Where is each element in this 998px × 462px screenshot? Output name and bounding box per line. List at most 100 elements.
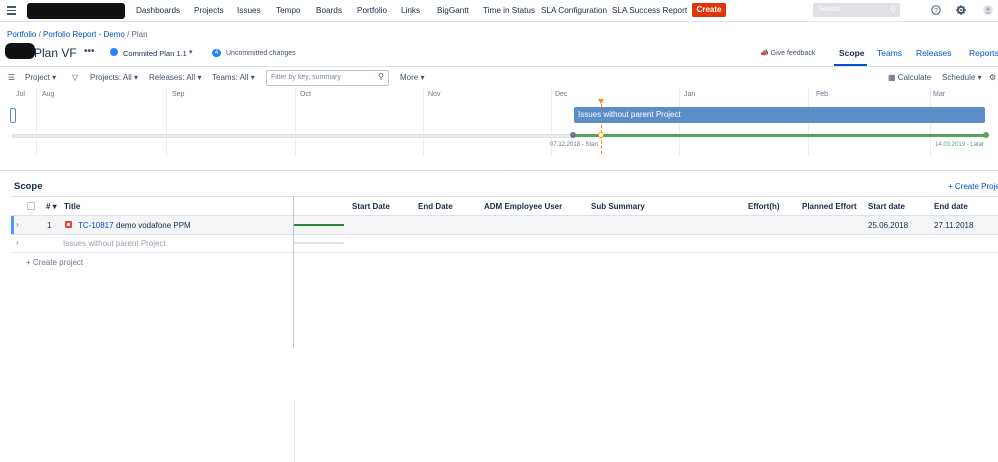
more-actions-icon[interactable]: ••• [84, 46, 95, 57]
month-label: Mar [933, 91, 946, 98]
nav-links[interactable]: Links [401, 6, 420, 15]
create-button[interactable]: Create [692, 3, 726, 17]
search-placeholder: Search [818, 6, 841, 13]
timeline-mini-bar[interactable] [10, 108, 16, 123]
filter-search-field[interactable]: ⚲ [266, 70, 389, 86]
issue-type-icon [65, 221, 72, 228]
scope-title: Scope [14, 181, 43, 192]
page-title: Plan VF [34, 46, 77, 60]
tab-releases[interactable]: Releases [916, 48, 951, 58]
projects-filter-label: Projects: All [90, 73, 132, 82]
month-label: Feb [816, 91, 829, 98]
nav-portfolio[interactable]: Portfolio [357, 6, 387, 15]
schedule-dropdown[interactable]: Schedule ▾ [942, 73, 982, 82]
megaphone-icon: 📣 [760, 50, 769, 57]
calculate-button[interactable]: ▦ Calculate [888, 73, 931, 82]
column-header-end-date-2[interactable]: End date [934, 202, 968, 211]
nav-time-in-status[interactable]: Time in Status [483, 6, 535, 15]
logo-redacted [27, 3, 125, 19]
divider [11, 196, 998, 197]
range-end-label: 14.03.2019 - Later [935, 142, 985, 148]
resize-handle-icon[interactable]: ··· [503, 168, 509, 174]
uncommitted-changes-link[interactable]: Uncommitted changes [226, 50, 296, 57]
timeline-bar-issues[interactable]: Issues without parent Project [574, 107, 985, 123]
teams-filter-dropdown[interactable]: Teams: All ▾ [212, 73, 255, 82]
filter-icon: ▽ [72, 73, 79, 82]
top-navigation: Dashboards Projects Issues Tempo Boards … [0, 0, 998, 22]
row-end-date: 27.11.2018 [934, 221, 974, 230]
tab-teams[interactable]: Teams [877, 48, 902, 58]
timeline-range-track[interactable] [573, 134, 986, 137]
uncommitted-count-badge[interactable]: 4 [212, 49, 221, 57]
row-selection-accent [11, 216, 14, 234]
search-icon: ⚲ [890, 5, 896, 14]
filter-input[interactable] [267, 71, 375, 83]
month-label: Jul [16, 91, 25, 98]
today-handle[interactable] [598, 132, 604, 138]
nav-sla-configuration[interactable]: SLA Configuration [541, 6, 607, 15]
nav-dashboards[interactable]: Dashboards [136, 6, 180, 15]
range-start-label: 07.12.2018 - Start [550, 142, 599, 148]
column-header-title[interactable]: Title [64, 202, 80, 211]
left-pane-divider[interactable] [293, 196, 294, 348]
chevron-down-icon[interactable]: ▾ [189, 48, 193, 56]
range-end-handle[interactable] [983, 132, 989, 138]
give-feedback-label: Give feedback [770, 50, 816, 57]
nav-tempo[interactable]: Tempo [276, 6, 301, 15]
more-dropdown[interactable]: More ▾ [400, 73, 424, 82]
scenario-selector[interactable]: Commited Plan 1.1 [123, 49, 187, 58]
breadcrumb-portfolio[interactable]: Portfolio [7, 30, 36, 39]
column-header-adm-employee-user[interactable]: ADM Employee User [484, 202, 562, 211]
create-project-row-link[interactable]: + Create project [26, 258, 83, 267]
expand-chevron-icon[interactable]: › [16, 220, 19, 229]
nav-biggantt[interactable]: BigGantt [437, 6, 469, 15]
hierarchy-icon: ☰ [8, 73, 16, 82]
search-input[interactable]: Search ⚲ [813, 3, 900, 17]
tab-reports[interactable]: Reports [969, 48, 998, 58]
month-label: Sep [172, 91, 185, 98]
timeline-track [12, 134, 572, 138]
month-divider [36, 88, 37, 156]
settings-icon[interactable]: ⚙ [989, 73, 996, 82]
issue-summary[interactable]: demo vodafone PPM [116, 221, 191, 230]
menu-icon[interactable] [7, 6, 16, 17]
issues-without-parent-row[interactable]: Issues without parent Project [63, 239, 166, 248]
row-progress-bar [294, 242, 344, 244]
user-avatar-icon[interactable] [983, 5, 993, 15]
column-header-start-date-2[interactable]: Start date [868, 202, 905, 211]
breadcrumb: Portfolio / Porfolio Report - Demo / Pla… [7, 30, 148, 39]
nav-projects[interactable]: Projects [194, 6, 224, 15]
column-header-end-date[interactable]: End Date [418, 202, 453, 211]
month-divider [423, 88, 424, 156]
nav-boards[interactable]: Boards [316, 6, 342, 15]
create-project-link[interactable]: + Create Project [948, 182, 998, 191]
projects-filter-dropdown[interactable]: Projects: All ▾ [90, 73, 138, 82]
settings-gear-icon[interactable] [956, 5, 966, 15]
give-feedback-link[interactable]: 📣 Give feedback [760, 49, 815, 57]
month-label: Jan [684, 91, 696, 98]
select-all-checkbox[interactable] [27, 202, 35, 210]
issue-key-link[interactable]: TC-10817 [78, 221, 114, 230]
divider [11, 252, 998, 253]
nav-issues[interactable]: Issues [237, 6, 261, 15]
scenario-color-icon [110, 48, 118, 56]
group-by-label: Project [25, 73, 50, 82]
range-start-handle[interactable] [570, 132, 576, 138]
group-by-dropdown[interactable]: Project ▾ [25, 73, 56, 82]
pane-divider[interactable] [0, 170, 998, 171]
column-header-start-date[interactable]: Start Date [352, 202, 390, 211]
divider [294, 400, 295, 462]
expand-chevron-icon[interactable]: › [16, 238, 19, 247]
column-header-number[interactable]: # ▾ [46, 202, 57, 211]
nav-sla-success-report[interactable]: SLA Success Report [612, 6, 687, 15]
column-header-sub-summary[interactable]: Sub Summary [591, 202, 645, 211]
teams-filter-label: Teams: All [212, 73, 249, 82]
tab-scope[interactable]: Scope [839, 48, 865, 58]
help-icon[interactable]: ? [931, 5, 941, 15]
releases-filter-dropdown[interactable]: Releases: All ▾ [149, 73, 202, 82]
column-header-effort[interactable]: Effort(h) [748, 202, 780, 211]
breadcrumb-report[interactable]: Porfolio Report - Demo [43, 30, 125, 39]
month-label: Oct [300, 91, 311, 98]
calculator-icon: ▦ [888, 73, 896, 82]
column-header-planned-effort[interactable]: Planned Effort [802, 202, 857, 211]
